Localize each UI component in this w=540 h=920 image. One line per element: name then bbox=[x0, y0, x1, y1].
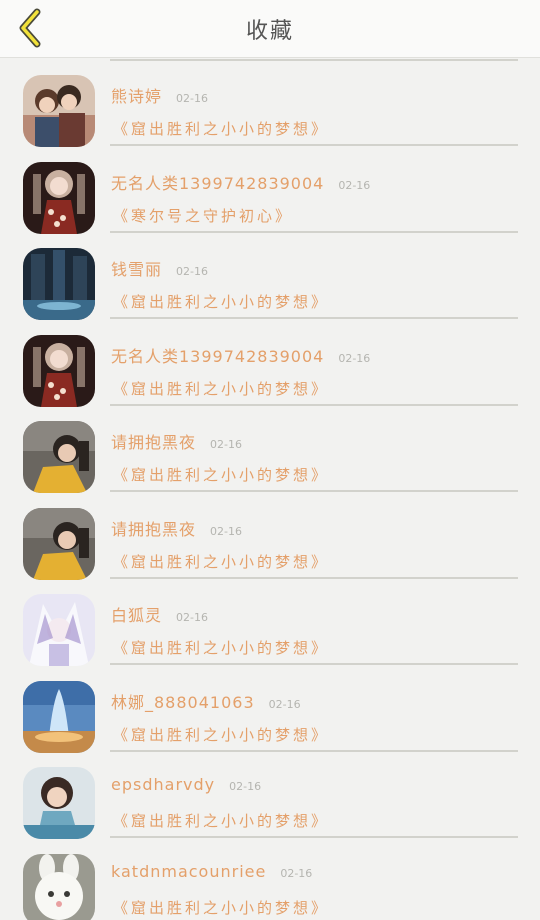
author-name: 林娜_888041063 bbox=[111, 692, 255, 712]
author-name: 无名人类1399742839004 bbox=[111, 346, 325, 366]
avatar-white-rabbit-image bbox=[23, 853, 95, 920]
avatar-woman-photo-image bbox=[23, 767, 95, 839]
item-author[interactable]: 请拥抱黑夜 02-16 bbox=[111, 516, 242, 540]
avatar[interactable] bbox=[23, 161, 95, 234]
item-date: 02-16 bbox=[210, 524, 242, 538]
avatar[interactable] bbox=[23, 853, 95, 920]
favorite-item[interactable]: epsdharvdy 02-16 《窟出胜利之小小的梦想》 bbox=[0, 751, 540, 839]
author-name: 白狐灵 bbox=[111, 606, 163, 625]
item-date: 02-16 bbox=[229, 780, 262, 793]
item-title[interactable]: 《窟出胜利之小小的梦想》 bbox=[113, 378, 329, 399]
avatar[interactable] bbox=[23, 421, 95, 493]
author-name: 熊诗婷 bbox=[111, 87, 163, 106]
item-date: 02-16 bbox=[338, 351, 371, 365]
favorite-item[interactable]: 白狐灵 02-16 《窟出胜利之小小的梦想》 bbox=[0, 578, 540, 666]
avatar[interactable] bbox=[23, 75, 95, 147]
favorite-item[interactable]: 无名人类1399742839004 02-16 《寒尔号之守护初心》 bbox=[0, 146, 540, 234]
item-author[interactable]: 白狐灵 02-16 bbox=[111, 602, 208, 626]
avatar-anime-girl-image bbox=[23, 161, 95, 234]
favorite-item[interactable]: 林娜_888041063 02-16 《窟出胜利之小小的梦想》 bbox=[0, 665, 540, 753]
item-author[interactable]: 无名人类1399742839004 02-16 bbox=[111, 170, 370, 194]
favorite-item[interactable]: 请拥抱黑夜 02-16 《窟出胜利之小小的梦想》 bbox=[0, 405, 540, 493]
item-author[interactable]: 钱雪丽 02-16 bbox=[111, 256, 208, 280]
author-name: 无名人类1399742839004 bbox=[111, 173, 325, 193]
item-author[interactable]: 无名人类1399742839004 02-16 bbox=[111, 343, 370, 367]
favorite-item[interactable]: 请拥抱黑夜 02-16 《窟出胜利之小小的梦想》 bbox=[0, 492, 540, 580]
favorite-item[interactable]: katdnmacounriee 02-16 《窟出胜利之小小的梦想》 bbox=[0, 838, 540, 920]
favorite-item[interactable]: 无名人类1399742839004 02-16 《窟出胜利之小小的梦想》 bbox=[0, 319, 540, 407]
item-title[interactable]: 《窟出胜利之小小的梦想》 bbox=[113, 724, 329, 745]
avatar-dark-scene-image bbox=[23, 248, 95, 320]
item-author[interactable]: epsdharvdy 02-16 bbox=[111, 775, 261, 794]
author-name: epsdharvdy bbox=[111, 775, 216, 794]
author-name: 请拥抱黑夜 bbox=[111, 433, 197, 452]
avatar-girl-yellow-image bbox=[23, 421, 95, 493]
avatar[interactable] bbox=[23, 767, 95, 839]
item-author[interactable]: katdnmacounriee 02-16 bbox=[111, 862, 312, 881]
avatar[interactable] bbox=[23, 248, 95, 320]
favorite-item[interactable]: 熊诗婷 02-16 《窟出胜利之小小的梦想》 bbox=[0, 59, 540, 147]
item-title[interactable]: 《寒尔号之守护初心》 bbox=[113, 205, 293, 226]
item-author[interactable]: 熊诗婷 02-16 bbox=[111, 83, 208, 107]
item-date: 02-16 bbox=[280, 866, 313, 880]
avatar-geyser-image bbox=[23, 680, 95, 753]
page-title: 收藏 bbox=[245, 19, 294, 44]
avatar-couple-image bbox=[23, 75, 95, 147]
top-bar: 收藏 bbox=[0, 0, 540, 58]
avatar-girl-yellow-image bbox=[23, 507, 95, 580]
item-title[interactable]: 《窟出胜利之小小的梦想》 bbox=[113, 291, 329, 312]
item-title[interactable]: 《窟出胜利之小小的梦想》 bbox=[113, 637, 329, 658]
avatar-anime-girl-image bbox=[23, 334, 95, 407]
avatar[interactable] bbox=[23, 594, 95, 666]
item-author[interactable]: 林娜_888041063 02-16 bbox=[111, 689, 301, 713]
item-author[interactable]: 请拥抱黑夜 02-16 bbox=[111, 429, 242, 453]
avatar-white-fox-image bbox=[23, 594, 95, 666]
avatar[interactable] bbox=[23, 334, 95, 407]
favorite-item[interactable]: 钱雪丽 02-16 《窟出胜利之小小的梦想》 bbox=[0, 232, 540, 320]
avatar[interactable] bbox=[23, 507, 95, 580]
author-name: katdnmacounriee bbox=[111, 861, 267, 881]
item-date: 02-16 bbox=[176, 611, 208, 624]
item-title[interactable]: 《窟出胜利之小小的梦想》 bbox=[113, 118, 329, 139]
item-title[interactable]: 《窟出胜利之小小的梦想》 bbox=[113, 464, 329, 485]
avatar[interactable] bbox=[23, 680, 95, 753]
item-date: 02-16 bbox=[176, 265, 208, 278]
item-date: 02-16 bbox=[176, 92, 208, 105]
item-title[interactable]: 《窟出胜利之小小的梦想》 bbox=[113, 551, 329, 572]
author-name: 钱雪丽 bbox=[111, 260, 163, 279]
item-title[interactable]: 《窟出胜利之小小的梦想》 bbox=[113, 897, 329, 918]
item-date: 02-16 bbox=[338, 178, 371, 192]
item-title[interactable]: 《窟出胜利之小小的梦想》 bbox=[113, 810, 329, 831]
item-date: 02-16 bbox=[268, 697, 301, 711]
favorites-list[interactable]: 熊诗婷 02-16 《窟出胜利之小小的梦想》 无名人类1399742839004 0… bbox=[0, 59, 540, 920]
item-date: 02-16 bbox=[210, 438, 242, 451]
author-name: 请拥抱黑夜 bbox=[111, 519, 197, 539]
